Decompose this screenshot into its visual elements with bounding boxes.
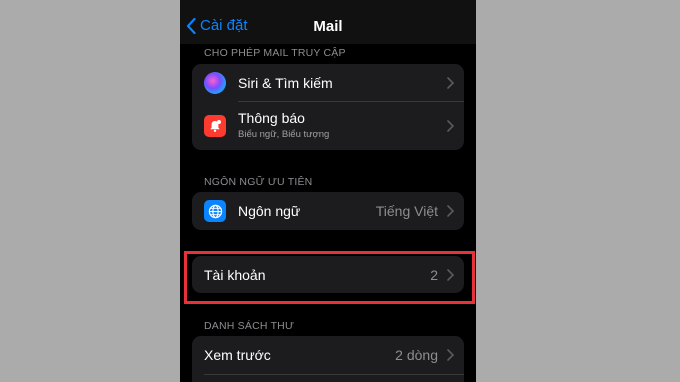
page-title: Mail: [313, 18, 343, 35]
language-group: Ngôn ngữ Tiếng Việt: [192, 192, 464, 230]
siri-search-label: Siri & Tìm kiếm: [238, 75, 333, 91]
chevron-right-icon: [447, 76, 454, 89]
notifications-row[interactable]: Thông báo Biểu ngữ, Biểu tượng: [192, 101, 464, 150]
notifications-sublabel: Biểu ngữ, Biểu tượng: [238, 129, 330, 140]
language-row[interactable]: Ngôn ngữ Tiếng Việt: [192, 192, 464, 230]
mail-list-group: Xem trước 2 dòng: [192, 336, 464, 382]
preview-value: 2 dòng: [395, 347, 438, 363]
siri-icon: [204, 71, 226, 94]
notifications-label: Thông báo: [238, 110, 305, 126]
phone-screen: Cài đặt Mail CHO PHÉP MAIL TRUY CẬP Siri…: [180, 0, 476, 382]
section-header-list: DANH SÁCH THƯ: [204, 320, 295, 332]
language-value: Tiếng Việt: [375, 203, 438, 219]
section-header-language: NGÔN NGỮ ƯU TIÊN: [204, 176, 313, 188]
globe-icon: [204, 200, 226, 222]
access-group: Siri & Tìm kiếm Thông báo Biểu ngữ, Biểu…: [192, 64, 464, 150]
chevron-right-icon: [447, 205, 454, 217]
siri-search-row[interactable]: Siri & Tìm kiếm: [192, 64, 464, 101]
highlight-box: [184, 251, 475, 304]
chevron-right-icon: [447, 349, 454, 361]
row-divider: [204, 374, 464, 375]
navigation-bar: Cài đặt Mail: [180, 0, 476, 44]
bell-badge-icon: [204, 114, 226, 137]
section-header-access: CHO PHÉP MAIL TRUY CẬP: [204, 47, 346, 59]
language-label: Ngôn ngữ: [238, 203, 301, 219]
chevron-right-icon: [447, 119, 454, 132]
preview-row[interactable]: Xem trước 2 dòng: [192, 336, 464, 374]
preview-label: Xem trước: [204, 347, 271, 363]
